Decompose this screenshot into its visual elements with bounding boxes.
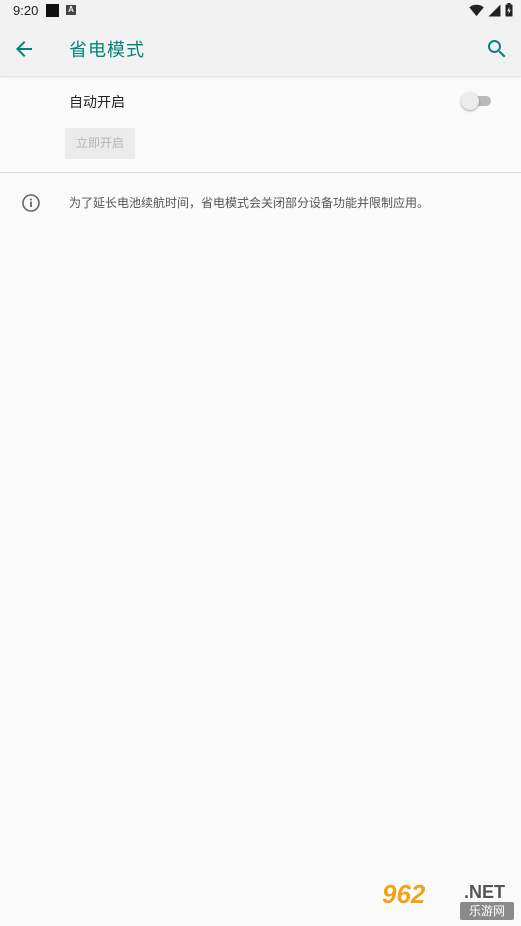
- search-button[interactable]: [485, 37, 509, 61]
- cell-signal-icon: [488, 4, 501, 16]
- search-icon: [488, 40, 506, 58]
- toggle-thumb: [461, 92, 479, 110]
- app-bar: 省电模式: [0, 21, 521, 76]
- status-icons: [469, 3, 513, 17]
- status-bar: 9:20 A: [0, 0, 521, 21]
- page-title: 省电模式: [69, 40, 145, 61]
- watermark-number: 962: [382, 879, 426, 909]
- auto-turn-on-row[interactable]: 自动开启: [0, 77, 521, 123]
- arrow-left-icon: [16, 41, 32, 57]
- info-description: 为了延长电池续航时间，省电模式会关闭部分设备功能并限制应用。: [69, 196, 430, 210]
- status-time: 9:20: [13, 3, 39, 18]
- notification-square-icon: [46, 4, 59, 17]
- auto-turn-on-toggle[interactable]: [461, 92, 493, 110]
- notification-a-icon: A: [66, 5, 76, 15]
- battery-icon: [505, 3, 513, 17]
- watermark-domain: .NET: [464, 882, 506, 902]
- info-icon: [21, 193, 41, 213]
- watermark-logo: 962 .NET 乐游网: [382, 880, 515, 920]
- auto-turn-on-label: 自动开启: [69, 95, 125, 111]
- section-divider: [0, 172, 521, 173]
- turn-on-now-button[interactable]: 立即开启: [65, 128, 135, 159]
- watermark-site-name: 乐游网: [460, 902, 514, 920]
- back-button[interactable]: [12, 37, 36, 61]
- wifi-icon: [469, 4, 484, 16]
